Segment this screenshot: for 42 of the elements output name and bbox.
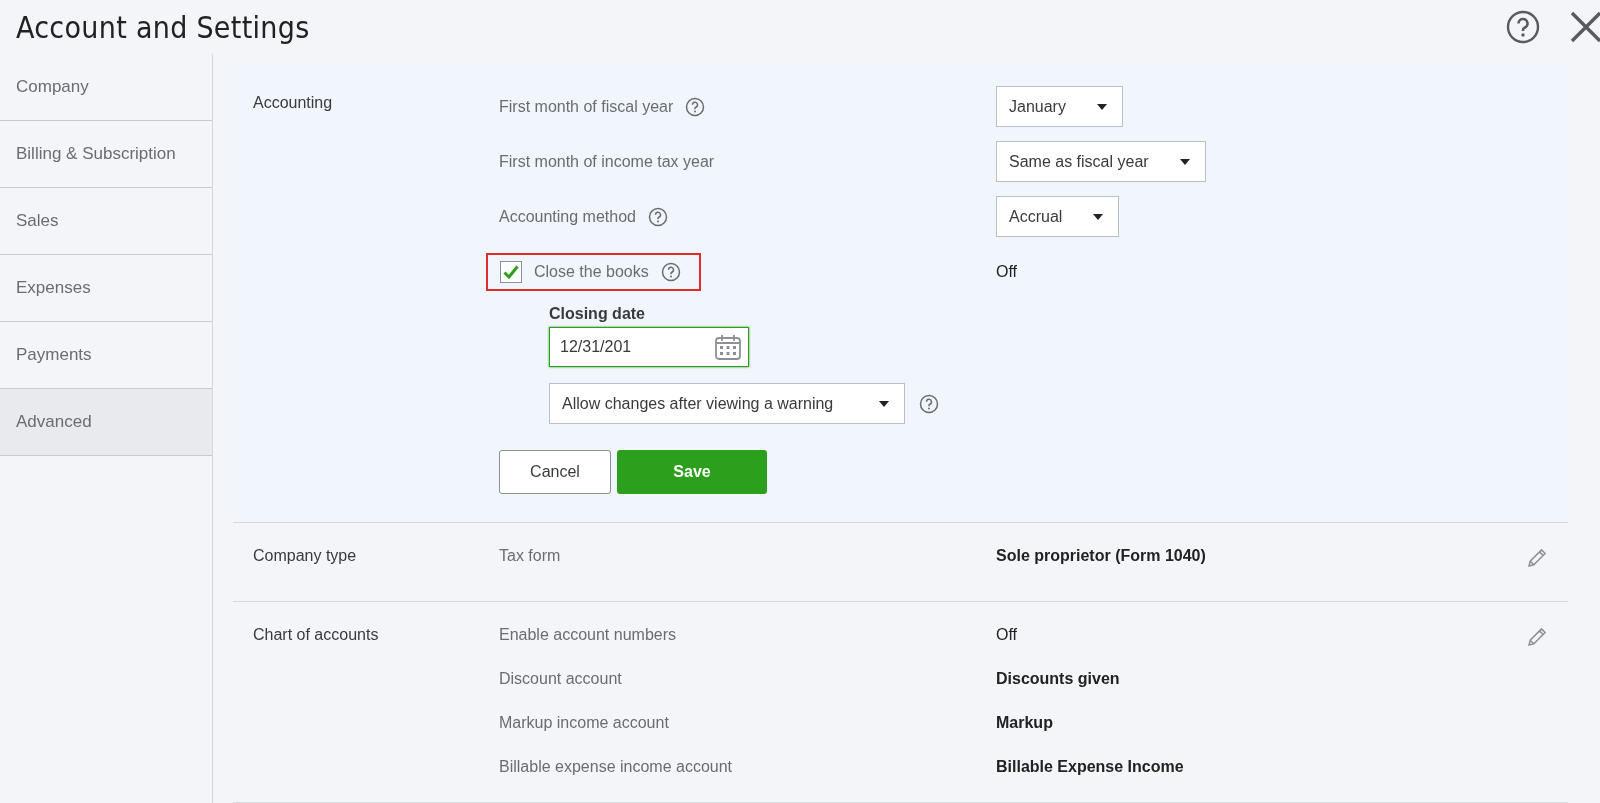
- cancel-button[interactable]: Cancel: [499, 450, 611, 494]
- setting-label: Billable expense income account: [499, 758, 734, 776]
- dropdown[interactable]: Allow changes after viewing a warning: [549, 383, 905, 424]
- field-label: Closing date: [549, 305, 646, 323]
- help-icon[interactable]: [919, 393, 939, 414]
- help-icon[interactable]: [660, 261, 681, 282]
- setting-value: Sole proprietor (Form 1040): [996, 547, 1206, 565]
- caret-icon: [878, 399, 890, 408]
- setting-label: Markup income account: [499, 714, 670, 732]
- date-field[interactable]: 12/31/201: [549, 327, 749, 367]
- dropdown[interactable]: January: [996, 86, 1123, 127]
- help-icon[interactable]: [685, 96, 706, 117]
- save-button[interactable]: Save: [617, 450, 767, 494]
- setting-value: Off: [996, 626, 1018, 644]
- section-label: Accounting: [253, 94, 334, 113]
- setting-label: Discount account: [499, 670, 623, 688]
- calendar-icon[interactable]: [714, 333, 742, 361]
- pencil-icon[interactable]: [1526, 626, 1548, 648]
- setting-label: Accounting method: [499, 207, 636, 226]
- checkbox-label: Close the books: [534, 262, 649, 281]
- setting-label: Tax form: [499, 547, 562, 565]
- setting-value: Billable Expense Income: [996, 758, 1184, 776]
- sidebar-item[interactable]: Advanced: [0, 389, 212, 456]
- dropdown[interactable]: Same as fiscal year: [996, 141, 1206, 182]
- close-icon[interactable]: [1570, 11, 1600, 43]
- setting-label: First month of income tax year: [499, 152, 715, 171]
- section-label: Chart of accounts: [253, 626, 380, 645]
- checkbox[interactable]: [500, 260, 522, 283]
- setting-value: Discounts given: [996, 670, 1120, 688]
- section-label: Company type: [253, 547, 358, 566]
- setting-label: Enable account numbers: [499, 626, 677, 644]
- setting-label: First month of fiscal year: [499, 97, 674, 116]
- caret-icon: [1095, 102, 1108, 111]
- setting-value: Markup: [996, 714, 1053, 732]
- dropdown[interactable]: Accrual: [996, 196, 1120, 237]
- help-icon[interactable]: [648, 206, 668, 227]
- caret-icon: [1178, 157, 1191, 166]
- window-title: Account and Settings: [16, 9, 310, 45]
- caret-icon: [1092, 212, 1105, 221]
- help-icon[interactable]: [1506, 10, 1540, 44]
- pencil-icon[interactable]: [1526, 547, 1548, 569]
- setting-value: Off: [996, 262, 1018, 280]
